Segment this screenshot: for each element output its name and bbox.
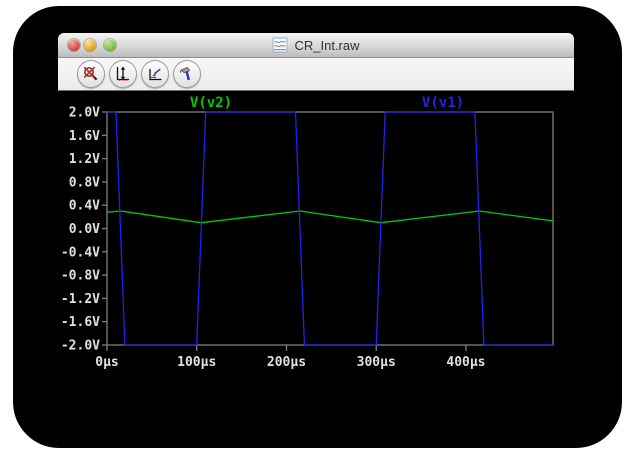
y-tick-label: -0.4V xyxy=(61,245,100,260)
app-window: CR_Int.raw xyxy=(58,33,574,425)
waveform-file-icon xyxy=(272,37,288,53)
autorange-button[interactable] xyxy=(109,60,137,88)
y-tick-label: 0.4V xyxy=(69,199,100,214)
x-tick-label: 400µs xyxy=(446,355,485,370)
x-tick-label: 0µs xyxy=(95,355,118,370)
titlebar[interactable]: CR_Int.raw xyxy=(58,33,574,58)
window-title: CR_Int.raw xyxy=(294,38,359,53)
plot-settings-button[interactable] xyxy=(141,60,169,88)
close-button[interactable] xyxy=(68,39,80,51)
hammer-icon xyxy=(178,65,196,83)
y-tick-label: -1.2V xyxy=(61,292,100,307)
axis-vertical-arrows-icon xyxy=(114,65,132,83)
trace-vv1 xyxy=(107,112,553,345)
y-tick-label: -0.8V xyxy=(61,269,100,284)
plot-cursor-icon xyxy=(146,65,164,83)
trace-vv2 xyxy=(107,211,553,223)
magnifier-crossed-icon xyxy=(82,65,100,83)
zoom-window-button[interactable] xyxy=(104,39,116,51)
control-panel-button[interactable] xyxy=(173,60,201,88)
y-tick-label: 1.2V xyxy=(69,152,100,167)
plot-pane[interactable]: V(v2) V(v1) 2.0V1.6V1.2V0.8V0.4V0.0V-0.4… xyxy=(58,91,574,425)
x-tick-label: 200µs xyxy=(267,355,306,370)
window-title-group: CR_Int.raw xyxy=(272,37,359,53)
x-tick-label: 300µs xyxy=(357,355,396,370)
zoom-back-button[interactable] xyxy=(77,60,105,88)
y-tick-label: 1.6V xyxy=(69,129,100,144)
x-tick-label: 100µs xyxy=(177,355,216,370)
screenshot-canvas: CR_Int.raw xyxy=(0,0,631,455)
y-tick-label: -2.0V xyxy=(61,339,100,354)
waveform-plot[interactable]: 2.0V 1.6V 1.2V 0.8V 0.4V 0.0V -0.4V -0.8V -1.2V -… xyxy=(58,91,574,425)
y-tick-label: 0.0V xyxy=(69,222,100,237)
minimize-button[interactable] xyxy=(84,39,96,51)
y-tick-label: 0.8V xyxy=(69,175,100,190)
y-tick-label: 2.0V xyxy=(69,106,100,121)
toolbar xyxy=(58,58,574,91)
y-tick-label: -1.6V xyxy=(61,315,100,330)
